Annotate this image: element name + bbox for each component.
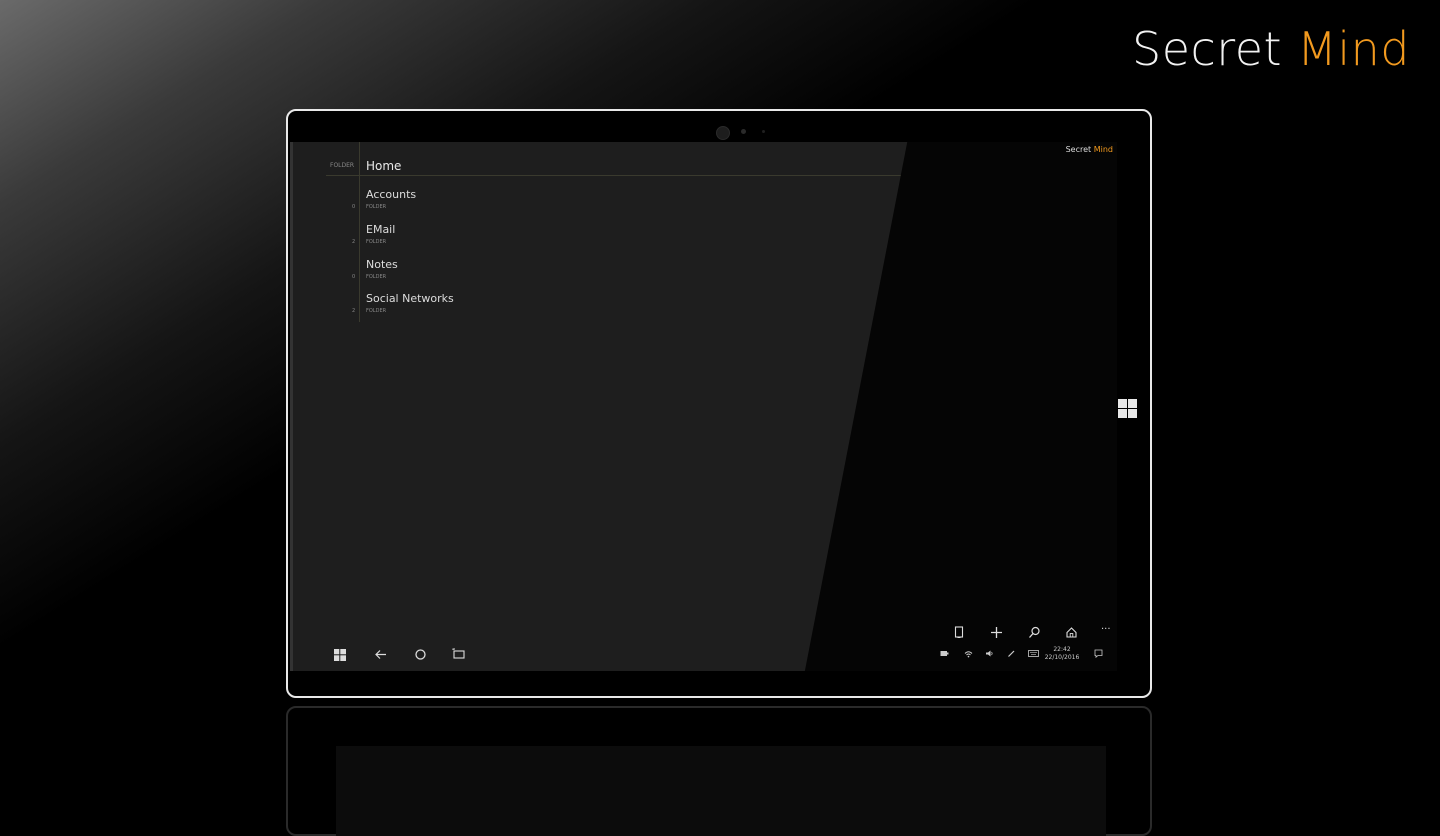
item-count: 2 [352,239,356,245]
keyboard-icon[interactable] [1028,650,1039,659]
clock-date: 22/10/2016 [1044,654,1080,661]
brand-logo: Secret Mind [1132,22,1410,76]
item-name: Accounts [366,188,417,201]
battery-icon[interactable] [940,650,949,659]
back-arrow-icon[interactable] [374,648,387,665]
brand-word-secret: Secret [1132,22,1283,76]
home-icon[interactable] [1065,626,1078,643]
tablet-screen: FOLDER Home 0 Accounts FOLDER 2 EMail FO… [290,142,1117,671]
clock-time: 22:42 [1053,646,1071,653]
windows-hardware-button[interactable] [1116,397,1138,419]
list-item-email[interactable]: 2 EMail FOLDER [290,221,890,253]
system-tray: 22:42 22/10/2016 [940,646,1115,670]
brand-word-mind: Mind [1297,22,1410,76]
circle-home-icon[interactable] [414,648,427,665]
header-folder-tag: FOLDER [330,162,355,169]
item-name: Social Networks [366,292,454,305]
clock[interactable]: 22:42 22/10/2016 [1044,646,1080,662]
item-kind: FOLDER [366,204,387,210]
item-name: Notes [366,258,398,271]
tablet-reflection [286,706,1152,836]
item-count: 2 [352,308,356,314]
item-count: 0 [352,274,356,280]
reflection-screen [336,746,1106,836]
camera-icon [716,126,730,140]
list-item-accounts[interactable]: 0 Accounts FOLDER [290,186,890,218]
item-kind: FOLDER [366,274,387,280]
volume-icon[interactable] [985,649,994,660]
sensor-icon [762,130,765,133]
list-item-notes[interactable]: 0 Notes FOLDER [290,256,890,288]
app-brand: Secret Mind [1066,145,1113,154]
windows-logo-icon[interactable] [334,649,346,665]
app-brand-mind: Mind [1093,145,1113,154]
page-title: Home [366,159,402,173]
command-bar: ··· [944,624,1114,646]
pen-icon[interactable] [1007,649,1016,660]
task-view-icon[interactable] [452,648,466,665]
sensor-icon [741,129,746,134]
search-icon[interactable] [1028,626,1041,643]
notification-icon[interactable] [1094,649,1103,660]
wifi-icon[interactable] [964,649,973,660]
tablet-device: FOLDER Home 0 Accounts FOLDER 2 EMail FO… [286,109,1152,698]
device-icon[interactable] [954,626,964,643]
item-count: 0 [352,204,356,210]
add-icon[interactable] [990,626,1003,643]
item-kind: FOLDER [366,239,387,245]
list-item-social-networks[interactable]: 2 Social Networks FOLDER [290,290,890,322]
item-name: EMail [366,223,396,236]
app-brand-secret: Secret [1065,145,1092,154]
more-icon[interactable]: ··· [1101,624,1111,635]
item-kind: FOLDER [366,308,387,314]
